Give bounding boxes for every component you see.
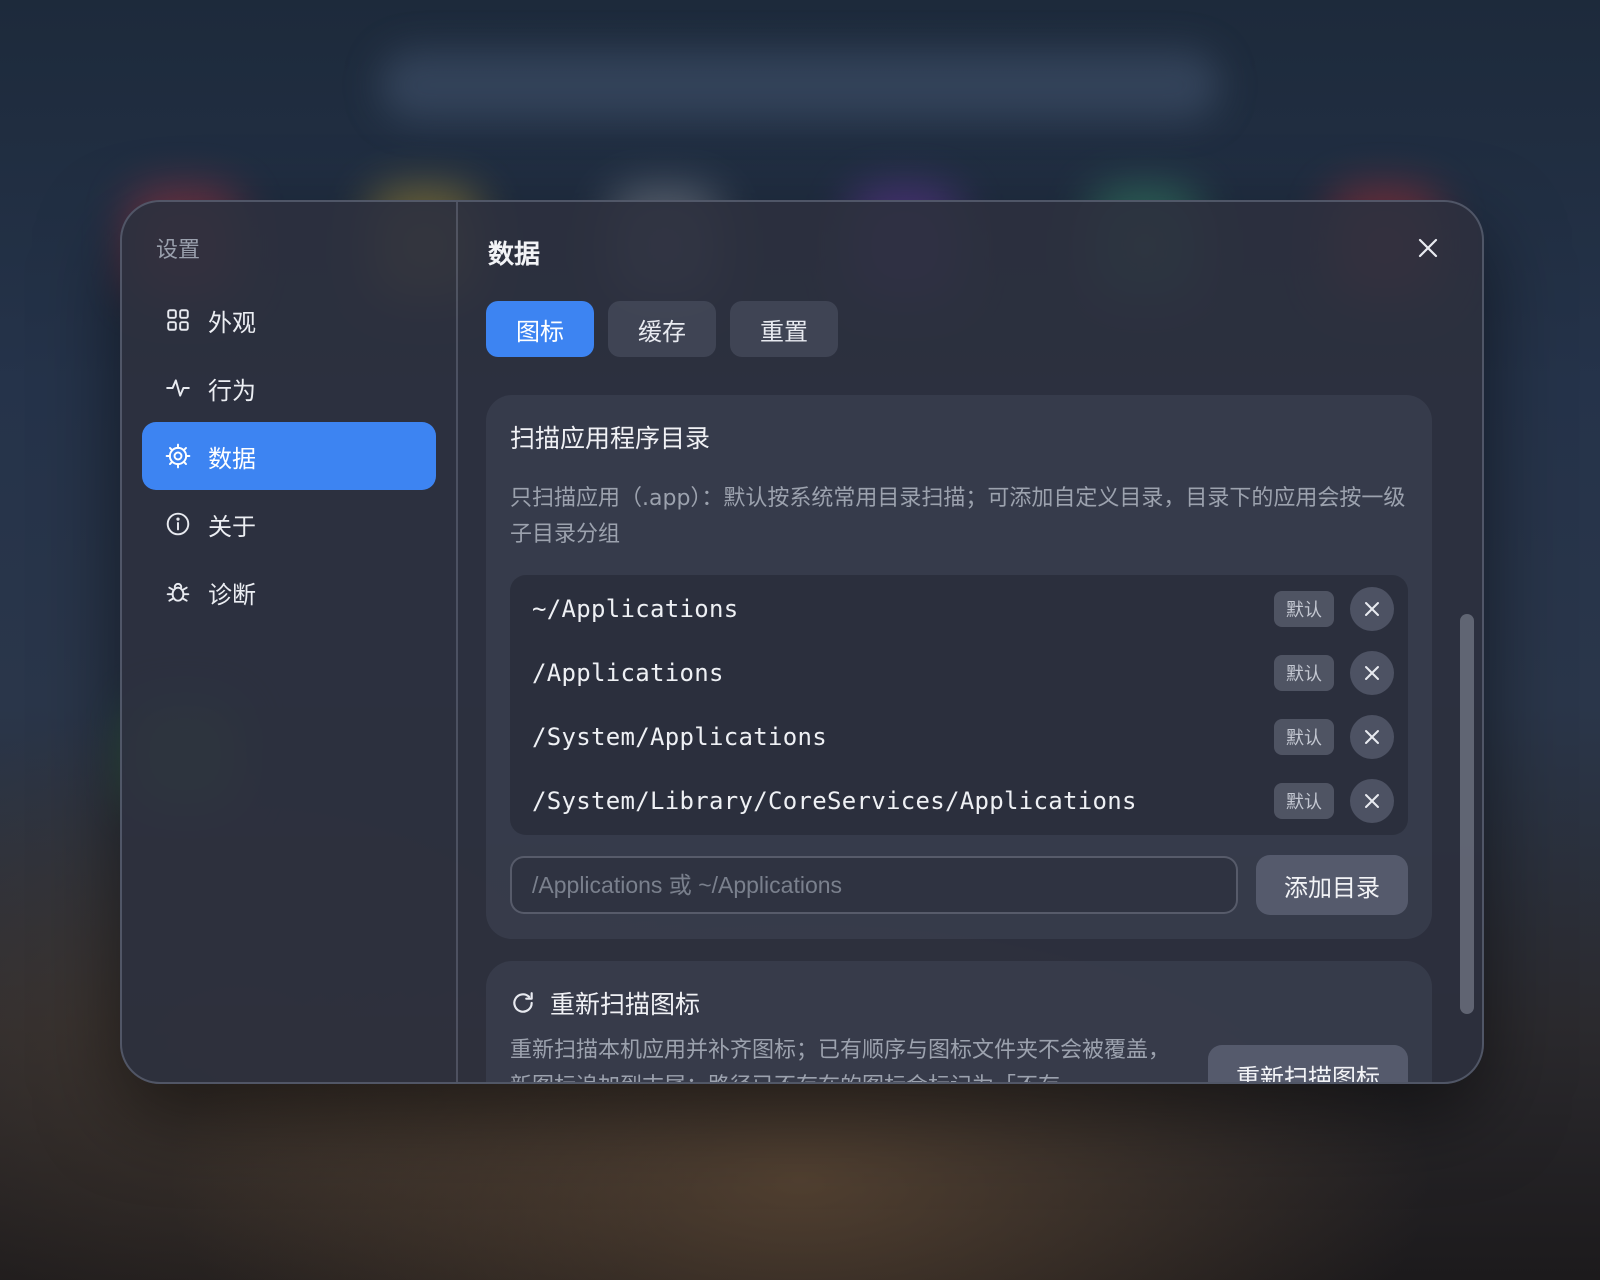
remove-directory-button[interactable] — [1350, 587, 1394, 631]
close-icon — [1417, 237, 1439, 263]
tab-cache[interactable]: 缓存 — [608, 301, 716, 357]
sidebar-title: 设置 — [156, 238, 201, 263]
refresh-icon — [510, 990, 536, 1016]
close-icon — [1365, 666, 1379, 680]
rescan-card-title-row: 重新扫描图标 — [510, 985, 1408, 1021]
settings-content: 数据 图标 缓存 重置 扫描应用程序目录 只扫描应用（.app）：默认按系统常用… — [458, 202, 1482, 1082]
close-icon — [1365, 794, 1379, 808]
directory-input[interactable] — [510, 856, 1238, 914]
directory-path: /System/Library/CoreServices/Application… — [532, 787, 1137, 815]
gear-icon — [164, 442, 192, 470]
remove-directory-button[interactable] — [1350, 779, 1394, 823]
rescan-icons-button[interactable]: 重新扫描图标 — [1208, 1045, 1408, 1082]
sidebar-item-data[interactable]: 数据 — [142, 422, 436, 490]
directory-row: /Applications 默认 — [510, 641, 1408, 705]
close-button[interactable] — [1410, 232, 1446, 268]
activity-icon — [164, 374, 192, 402]
remove-directory-button[interactable] — [1350, 715, 1394, 759]
directory-row: ~/Applications 默认 — [510, 577, 1408, 641]
default-badge: 默认 — [1274, 783, 1334, 819]
scan-card-title: 扫描应用程序目录 — [510, 424, 711, 453]
close-icon — [1365, 602, 1379, 616]
sidebar-item-label: 数据 — [208, 444, 256, 473]
background-search-bar — [380, 50, 1220, 120]
bug-icon — [164, 578, 192, 606]
scan-card-description: 只扫描应用（.app）：默认按系统常用目录扫描；可添加自定义目录，目录下的应用会… — [510, 486, 1406, 547]
add-directory-row: 添加目录 — [510, 855, 1408, 915]
rescan-card-description: 重新扫描本机应用并补齐图标；已有顺序与图标文件夹不会被覆盖，新图标追加到末尾；路… — [510, 1038, 1171, 1082]
add-directory-button[interactable]: 添加目录 — [1256, 855, 1408, 915]
tab-reset[interactable]: 重置 — [730, 301, 838, 357]
rescan-icons-card: 重新扫描图标 重新扫描本机应用并补齐图标；已有顺序与图标文件夹不会被覆盖，新图标… — [486, 961, 1432, 1082]
sidebar-item-about[interactable]: 关于 — [142, 490, 436, 558]
info-icon — [164, 510, 192, 538]
sidebar-item-behavior[interactable]: 行为 — [142, 354, 436, 422]
directory-path: /Applications — [532, 659, 724, 687]
directory-path: /System/Applications — [532, 723, 827, 751]
default-badge: 默认 — [1274, 655, 1334, 691]
scrollbar[interactable] — [1460, 614, 1474, 1014]
sidebar-item-label: 诊断 — [208, 580, 256, 609]
page-title: 数据 — [488, 240, 541, 270]
directory-row: /System/Applications 默认 — [510, 705, 1408, 769]
settings-dialog: 设置 外观 行为 数据 关于 诊断 数据 图标 缓存 重置 扫描应用程序目录 只… — [120, 200, 1484, 1084]
tab-bar: 图标 缓存 重置 — [486, 301, 1482, 357]
sidebar-item-label: 行为 — [208, 376, 256, 405]
scan-directories-card: 扫描应用程序目录 只扫描应用（.app）：默认按系统常用目录扫描；可添加自定义目… — [486, 395, 1432, 939]
default-badge: 默认 — [1274, 591, 1334, 627]
grid-icon — [164, 306, 192, 334]
directory-list: ~/Applications 默认 /Applications 默认 /Syst… — [510, 575, 1408, 835]
default-badge: 默认 — [1274, 719, 1334, 755]
directory-path: ~/Applications — [532, 595, 739, 623]
settings-sidebar: 设置 外观 行为 数据 关于 诊断 — [122, 202, 458, 1082]
remove-directory-button[interactable] — [1350, 651, 1394, 695]
tab-icons[interactable]: 图标 — [486, 301, 594, 357]
sidebar-item-diagnostics[interactable]: 诊断 — [142, 558, 436, 626]
rescan-card-title: 重新扫描图标 — [550, 990, 701, 1019]
directory-row: /System/Library/CoreServices/Application… — [510, 769, 1408, 833]
sidebar-item-label: 外观 — [208, 308, 256, 337]
sidebar-item-appearance[interactable]: 外观 — [142, 286, 436, 354]
sidebar-item-label: 关于 — [208, 512, 256, 541]
rescan-card-body: 重新扫描本机应用并补齐图标；已有顺序与图标文件夹不会被覆盖，新图标追加到末尾；路… — [510, 1033, 1408, 1082]
close-icon — [1365, 730, 1379, 744]
